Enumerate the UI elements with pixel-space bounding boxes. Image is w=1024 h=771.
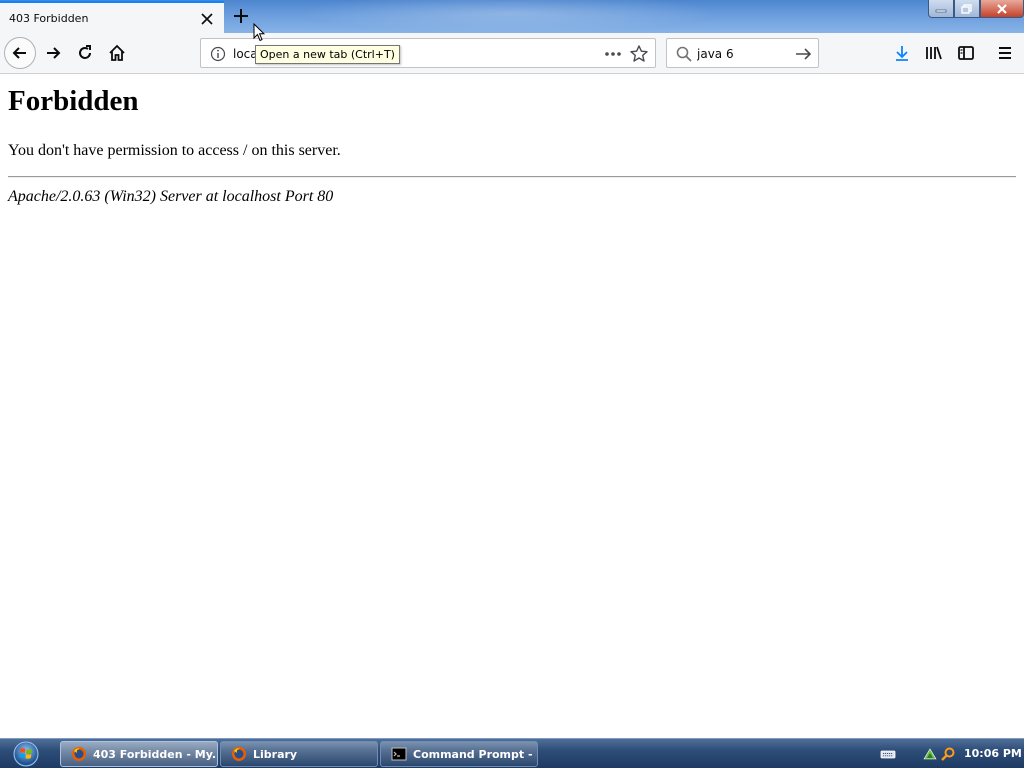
new-tab-plus-icon[interactable] — [229, 4, 253, 28]
minimize-button[interactable] — [928, 0, 954, 18]
search-icon[interactable] — [675, 45, 693, 63]
server-signature: Apache/2.0.63 (Win32) Server at localhos… — [8, 188, 334, 205]
search-go-arrow-icon[interactable] — [793, 44, 813, 64]
taskbar: 403 Forbidden - My... Library Command Pr… — [0, 738, 1024, 768]
download-icon[interactable] — [890, 41, 914, 65]
error-message: You don't have permission to access / on… — [8, 142, 341, 159]
firefox-icon — [232, 747, 246, 761]
back-button[interactable] — [4, 37, 36, 69]
clock[interactable]: 10:06 PM — [964, 747, 1022, 760]
command-prompt-icon — [391, 747, 407, 761]
tab-403-forbidden[interactable]: 403 Forbidden — [0, 1, 224, 33]
reload-icon — [79, 45, 91, 59]
taskbar-item-library[interactable]: Library — [220, 741, 378, 767]
forward-arrow-icon — [47, 47, 61, 59]
horizontal-rule — [8, 176, 1016, 178]
forward-button[interactable] — [37, 37, 69, 69]
library-icon[interactable] — [922, 41, 946, 65]
window-controls — [928, 0, 1024, 18]
windows-orb-icon — [13, 741, 39, 767]
tab-strip: 403 Forbidden — [0, 0, 1024, 33]
taskbar-item-firefox[interactable]: 403 Forbidden - My... — [60, 741, 218, 767]
search-tray-icon[interactable] — [940, 746, 956, 762]
more-dots-icon[interactable] — [601, 45, 625, 63]
page-title: Forbidden — [8, 85, 139, 117]
network-icon[interactable] — [922, 746, 938, 762]
back-arrow-icon — [12, 47, 26, 59]
keyboard-icon[interactable] — [880, 746, 896, 762]
star-icon[interactable] — [629, 44, 649, 64]
info-icon[interactable] — [209, 45, 227, 63]
home-icon — [109, 44, 125, 61]
close-window-icon — [997, 3, 1007, 14]
taskbar-item-label: Library — [253, 747, 298, 761]
taskbar-item-label: 403 Forbidden - My... — [93, 747, 218, 761]
reload-button[interactable] — [69, 37, 101, 69]
home-button[interactable] — [101, 37, 133, 69]
taskbar-item-label: Command Prompt - ... — [413, 747, 538, 761]
firefox-icon — [72, 747, 86, 761]
close-icon[interactable] — [197, 9, 217, 29]
new-tab-tooltip: Open a new tab (Ctrl+T) — [255, 45, 400, 64]
restore-button[interactable] — [954, 0, 980, 18]
navigation-toolbar: loca — [0, 33, 1024, 74]
tab-title: 403 Forbidden — [9, 12, 89, 25]
taskbar-item-command-prompt[interactable]: Command Prompt - ... — [380, 741, 538, 767]
sidebar-icon[interactable] — [954, 41, 978, 65]
page-content: Forbidden You don't have permission to a… — [0, 75, 1024, 738]
close-window-button[interactable] — [980, 0, 1024, 18]
hamburger-menu-icon[interactable] — [993, 41, 1017, 65]
start-button[interactable] — [6, 740, 46, 768]
minimize-icon — [935, 9, 947, 12]
restore-icon — [961, 3, 972, 14]
search-input[interactable] — [697, 44, 789, 64]
url-text[interactable]: loca — [233, 47, 258, 61]
mouse-cursor-icon — [253, 23, 265, 42]
search-bar — [666, 38, 819, 68]
